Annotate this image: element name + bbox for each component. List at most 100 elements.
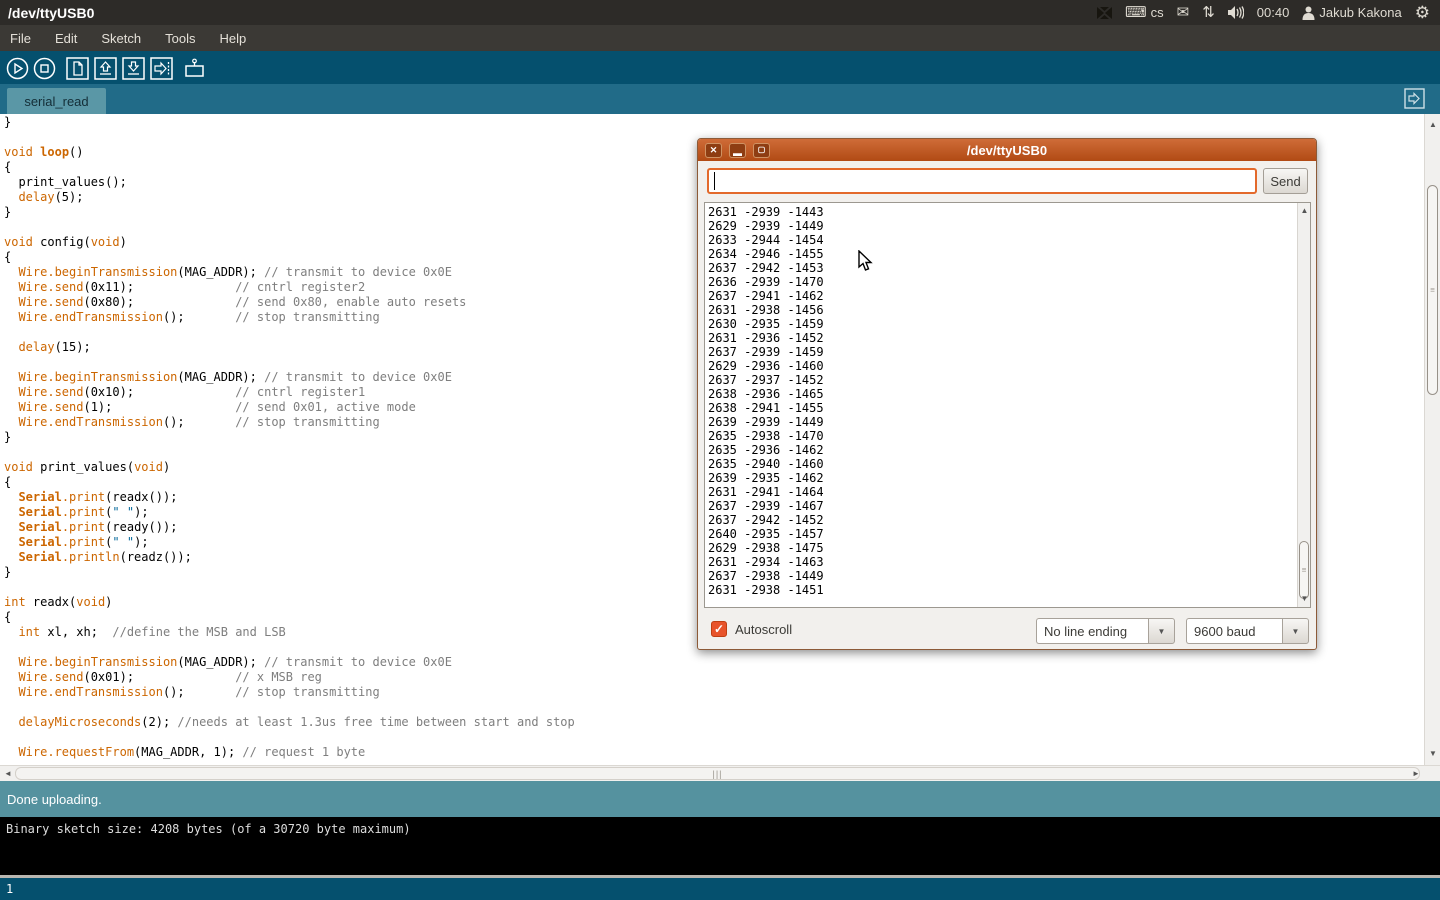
line-ending-dropdown-button[interactable]: ▼ [1148, 618, 1175, 644]
user-icon [1302, 6, 1315, 20]
session-gear-icon[interactable]: ⚙ [1415, 4, 1430, 21]
verify-button[interactable] [5, 56, 29, 80]
autoscroll-label: Autoscroll [735, 622, 792, 637]
serial-input-row: Send [698, 161, 1316, 201]
serial-scrollbar-thumb[interactable]: ≡ [1299, 541, 1309, 599]
menu-file[interactable]: File [10, 31, 31, 46]
scrollbar-grip: ≡ [1302, 569, 1307, 572]
code-line: Wire.beginTransmission(MAG_ADDR); // tra… [4, 655, 1424, 670]
line-number: 1 [6, 882, 13, 896]
scroll-left-arrow-icon[interactable]: ◄ [2, 767, 14, 781]
volume-indicator-icon[interactable] [1228, 6, 1244, 19]
serial-row: 2636 -2939 -1470 [708, 275, 1297, 289]
scrollbar-grip: ||| [712, 769, 722, 779]
scroll-up-arrow-icon[interactable]: ▲ [1425, 118, 1440, 132]
keyboard-layout-indicator[interactable]: ⌨ cs [1125, 5, 1164, 20]
serial-row: 2635 -2936 -1462 [708, 443, 1297, 457]
user-menu[interactable]: Jakub Kakona [1302, 5, 1401, 20]
upload-button[interactable] [149, 56, 173, 80]
window-title: /dev/ttyUSB0 [0, 5, 94, 21]
serial-monitor-window: /dev/ttyUSB0 ✕ ▬ ▢ Send 2631 -2939 -1443… [697, 138, 1317, 650]
editor-vertical-scrollbar[interactable]: ▲ ≡ ▼ [1424, 114, 1440, 765]
stop-icon [33, 57, 56, 80]
stop-button[interactable] [32, 56, 56, 80]
scroll-down-arrow-icon[interactable]: ▼ [1425, 747, 1440, 761]
serial-row: 2631 -2936 -1452 [708, 331, 1297, 345]
new-sketch-button[interactable] [65, 56, 89, 80]
scroll-up-arrow-icon[interactable]: ▲ [1298, 204, 1311, 218]
tab-menu-button[interactable] [1403, 87, 1426, 110]
serial-monitor-icon [183, 57, 206, 80]
open-button[interactable] [93, 56, 117, 80]
network-updown-icon[interactable]: ⇅ [1202, 5, 1215, 20]
scroll-right-arrow-icon[interactable]: ► [1410, 767, 1422, 781]
minimize-button[interactable]: ▬ [729, 143, 746, 158]
serial-row: 2637 -2942 -1452 [708, 513, 1297, 527]
up-arrow-icon [94, 57, 117, 80]
serial-row: 2637 -2942 -1453 [708, 261, 1297, 275]
desktop-top-panel: /dev/ttyUSB0 ⌨ cs ✉ ⇅ 00:40 Jakub Kakona… [0, 0, 1440, 25]
serial-row: 2631 -2941 -1464 [708, 485, 1297, 499]
keyboard-layout-label: cs [1151, 5, 1164, 20]
serial-output-area[interactable]: 2631 -2939 -14432629 -2939 -14492633 -29… [704, 202, 1311, 608]
serial-row: 2633 -2944 -1454 [708, 233, 1297, 247]
serial-scrollbar[interactable]: ▲ ≡ ▼ [1297, 203, 1310, 607]
serial-monitor-titlebar[interactable]: /dev/ttyUSB0 ✕ ▬ ▢ [698, 139, 1316, 161]
code-line: delayMicroseconds(2); //needs at least 1… [4, 715, 1424, 730]
menu-edit[interactable]: Edit [55, 31, 77, 46]
menu-help[interactable]: Help [219, 31, 246, 46]
serial-row: 2637 -2938 -1449 [708, 569, 1297, 583]
menu-tools[interactable]: Tools [165, 31, 195, 46]
serial-row: 2635 -2938 -1470 [708, 429, 1297, 443]
send-button[interactable]: Send [1263, 168, 1308, 194]
save-button[interactable] [121, 56, 145, 80]
horizontal-scrollbar-thumb[interactable]: ||| [15, 767, 1420, 780]
tab-serial-read[interactable]: serial_read [7, 88, 106, 114]
line-ending-select[interactable]: No line ending [1036, 618, 1148, 644]
panel-indicators: ⌨ cs ✉ ⇅ 00:40 Jakub Kakona ⚙ [1097, 4, 1440, 21]
baud-rate-select[interactable]: 9600 baud [1186, 618, 1282, 644]
maximize-button[interactable]: ▢ [753, 143, 770, 158]
editor-scrollbar-thumb[interactable]: ≡ [1427, 185, 1438, 395]
bowtie-icon [1097, 7, 1112, 19]
close-button[interactable]: ✕ [705, 143, 722, 158]
serial-row: 2631 -2938 -1451 [708, 583, 1297, 597]
close-icon: ✕ [710, 146, 718, 155]
serial-row: 2639 -2935 -1462 [708, 471, 1297, 485]
serial-row: 2635 -2940 -1460 [708, 457, 1297, 471]
serial-row: 2629 -2939 -1449 [708, 219, 1297, 233]
minimize-icon: ▬ [733, 149, 742, 158]
baud-rate-dropdown-button[interactable]: ▼ [1282, 618, 1309, 644]
tab-arrow-icon [1404, 88, 1425, 109]
serial-row: 2631 -2934 -1463 [708, 555, 1297, 569]
autoscroll-checkbox[interactable]: ✓ [711, 621, 727, 637]
toolbar [0, 51, 1440, 84]
text-caret [714, 172, 715, 190]
serial-row: 2638 -2941 -1455 [708, 401, 1297, 415]
serial-input-field[interactable] [707, 168, 1257, 194]
down-arrow-icon [122, 57, 145, 80]
speaker-icon [1228, 6, 1244, 19]
serial-row: 2637 -2939 -1459 [708, 345, 1297, 359]
serial-monitor-button[interactable] [182, 56, 206, 80]
play-icon [6, 57, 29, 80]
cursor-arrow-icon [858, 250, 873, 272]
menu-sketch[interactable]: Sketch [101, 31, 141, 46]
chevron-down-icon: ▼ [1158, 627, 1166, 636]
serial-row: 2637 -2939 -1467 [708, 499, 1297, 513]
serial-row: 2629 -2938 -1475 [708, 541, 1297, 555]
code-line: } [4, 115, 1424, 130]
mail-indicator-icon[interactable]: ✉ [1177, 5, 1190, 20]
editor-horizontal-scrollbar[interactable]: ◄ ||| ► [0, 765, 1440, 781]
maximize-icon: ▢ [758, 146, 766, 154]
serial-row: 2634 -2946 -1455 [708, 247, 1297, 261]
new-document-icon [66, 57, 89, 80]
clock-indicator[interactable]: 00:40 [1257, 5, 1290, 20]
serial-rows: 2631 -2939 -14432629 -2939 -14492633 -29… [705, 203, 1297, 607]
build-console: Binary sketch size: 4208 bytes (of a 307… [0, 817, 1440, 875]
app-indicator-icon[interactable] [1097, 7, 1112, 19]
serial-monitor-title: /dev/ttyUSB0 [698, 143, 1316, 158]
scroll-down-arrow-icon[interactable]: ▼ [1298, 592, 1311, 606]
serial-row: 2630 -2935 -1459 [708, 317, 1297, 331]
upload-arrow-icon [150, 57, 173, 80]
